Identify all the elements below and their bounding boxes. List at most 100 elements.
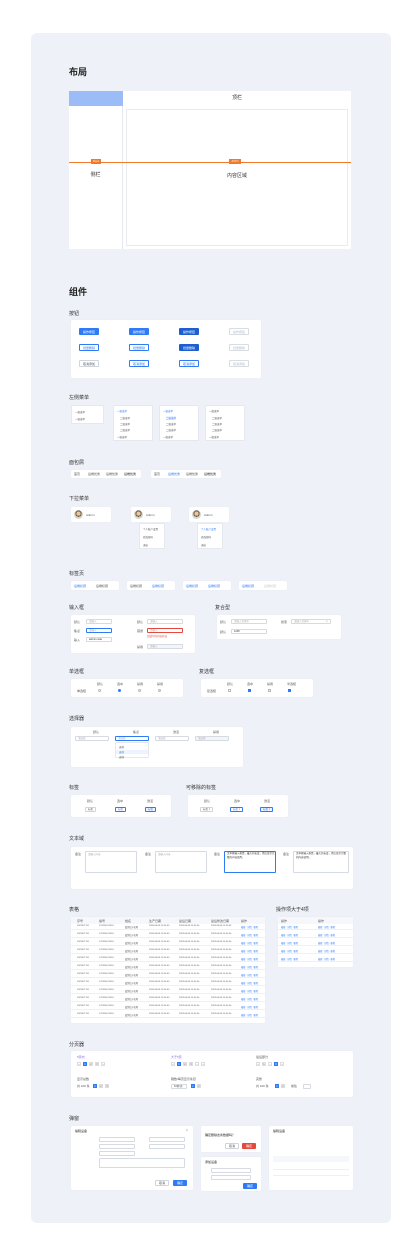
dropdown-item-logout[interactable]: 退出 xyxy=(201,543,206,547)
dropdown-item-password[interactable]: 修改密码 xyxy=(201,535,211,539)
tab[interactable]: 后端标题 xyxy=(130,584,142,588)
dropdown-item-account[interactable]: 个人账户设置 xyxy=(143,527,158,531)
dropdown-item-logout[interactable]: 退出 xyxy=(143,543,148,547)
modal-field[interactable] xyxy=(99,1137,135,1142)
page-button[interactable]: 1 xyxy=(93,1084,97,1088)
select-focus[interactable]: 请选择 xyxy=(115,736,149,741)
input-default[interactable]: 请输入 xyxy=(86,619,112,624)
confirm-button[interactable]: 确定 xyxy=(243,1183,257,1189)
page-button[interactable]: 1 xyxy=(275,1084,279,1088)
submenu-item[interactable]: 二级菜单 xyxy=(212,422,222,426)
submenu-item-active[interactable]: 二级菜单 xyxy=(166,416,177,420)
breadcrumb-item[interactable]: 后端优秀 xyxy=(88,472,100,476)
checkbox-checked[interactable] xyxy=(248,689,251,692)
avatar[interactable] xyxy=(74,510,83,519)
avatar[interactable] xyxy=(134,510,143,519)
tab-active[interactable]: 后端标题 xyxy=(152,584,164,588)
input-disabled[interactable]: 请输入 xyxy=(147,644,183,649)
primary-active-button[interactable]: 操作按钮 xyxy=(179,328,199,335)
submenu-item[interactable]: 二级菜单 xyxy=(212,416,222,420)
outline-active-button[interactable]: 批量删除 xyxy=(179,344,199,351)
checkbox-disabled[interactable] xyxy=(268,689,271,692)
goto-input[interactable] xyxy=(303,1084,311,1089)
tab-active[interactable]: 后端标题 xyxy=(186,584,198,588)
dropdown-item-password[interactable]: 修改密码 xyxy=(143,535,153,539)
page-prev-button[interactable]: ‹ xyxy=(256,1062,260,1066)
tab-disabled[interactable]: 后端标题 xyxy=(264,584,276,588)
composite-input-filled[interactable]: 1238 xyxy=(231,629,267,634)
radio-disabled-checked[interactable] xyxy=(158,689,161,692)
page-button[interactable]: 2 xyxy=(89,1062,93,1066)
menu-item-active[interactable]: 一级菜单 xyxy=(117,409,127,413)
cancel-button[interactable]: 取消 xyxy=(155,1180,169,1186)
modal-textarea[interactable] xyxy=(99,1158,185,1168)
page-prev-button[interactable]: ‹ xyxy=(77,1062,81,1066)
row-actions[interactable]: 编辑 · 详情 · 删除 xyxy=(241,941,258,945)
submenu-item[interactable]: 二级菜单 xyxy=(166,422,176,426)
textarea-hover[interactable]: 请输入内容 xyxy=(155,851,207,873)
page-next-button[interactable]: › xyxy=(280,1062,284,1066)
submenu-item[interactable]: 二级菜单 xyxy=(212,428,222,432)
page-button[interactable]: 1 xyxy=(262,1062,266,1066)
close-icon[interactable]: × xyxy=(239,808,240,811)
row-actions[interactable]: 编辑 · 详情 · 删除 xyxy=(241,933,258,937)
row-actions[interactable]: 编辑 · 详情 · 删除 xyxy=(281,949,298,953)
tab[interactable]: 后端标题 xyxy=(96,584,108,588)
row-actions[interactable]: 编辑 · 详情 · 删除 xyxy=(241,1005,258,1009)
row-actions[interactable]: 编辑 · 详情 · 删除 xyxy=(281,957,298,961)
user-name[interactable]: Admin xyxy=(86,513,95,517)
tag-default[interactable]: 标签 xyxy=(85,807,97,812)
user-name[interactable]: Admin xyxy=(204,513,213,517)
submenu-item[interactable]: 二级菜单 xyxy=(120,428,130,432)
tab-active[interactable]: 后端标题 xyxy=(242,584,254,588)
outline-hover-button[interactable]: 批量删除 xyxy=(129,344,149,351)
menu-item-active[interactable]: 一级菜单 xyxy=(163,409,173,413)
cancel-button[interactable]: 取消添加 xyxy=(79,360,99,367)
page-button[interactable]: 2 xyxy=(281,1084,285,1088)
modal-field[interactable] xyxy=(211,1175,251,1180)
textarea-default[interactable]: 请输入内容 xyxy=(85,851,137,873)
page-next-button[interactable]: › xyxy=(101,1062,105,1066)
page-next-button[interactable]: › xyxy=(201,1062,205,1066)
row-actions[interactable]: 编辑 · 详情 · 删除 xyxy=(281,933,298,937)
radio-default[interactable] xyxy=(98,689,101,692)
page-button[interactable]: 3 xyxy=(189,1062,193,1066)
select-active[interactable]: 请选择 xyxy=(155,736,189,741)
row-actions[interactable]: 编辑 · 详情 · 删除 xyxy=(241,1013,258,1017)
select-option-active[interactable]: 选项 xyxy=(116,750,148,754)
menu-item[interactable]: 一级菜单 xyxy=(163,435,173,439)
row-actions[interactable]: 编辑 · 详情 · 删除 xyxy=(241,973,258,977)
row-actions[interactable]: 编辑 · 详情 · 删除 xyxy=(241,949,258,953)
page-button[interactable]: 2 xyxy=(183,1062,187,1066)
page-button[interactable]: 1 xyxy=(191,1084,195,1088)
page-button[interactable]: 2 xyxy=(99,1084,103,1088)
select-option[interactable]: 选项 xyxy=(119,745,124,749)
submenu-item[interactable]: 二级菜单 xyxy=(120,416,130,420)
modal-field[interactable] xyxy=(99,1151,135,1156)
avatar[interactable] xyxy=(192,510,201,519)
breadcrumb-item[interactable]: 首页 xyxy=(154,472,160,476)
row-actions[interactable]: 编辑 · 详情 · 删除 xyxy=(241,997,258,1001)
select-option[interactable]: 选项 xyxy=(119,755,124,759)
breadcrumb-item[interactable]: 后端优秀 xyxy=(106,472,118,476)
modal-field[interactable] xyxy=(99,1144,135,1149)
breadcrumb-item-hover[interactable]: 后端优秀 xyxy=(168,472,180,476)
radio-checked[interactable] xyxy=(118,689,121,692)
row-actions[interactable]: 编辑 · 详情 · 删除 xyxy=(241,925,258,929)
row-actions[interactable]: 编辑 · 详情 · 删除 xyxy=(241,965,258,969)
page-button[interactable]: 1 xyxy=(177,1062,181,1066)
cancel-active-button[interactable]: 取消添加 xyxy=(179,360,199,367)
page-button[interactable]: 1 xyxy=(83,1062,87,1066)
modal-field[interactable] xyxy=(149,1137,185,1142)
breadcrumb-item[interactable]: 后端优秀 xyxy=(186,472,198,476)
radio-disabled[interactable] xyxy=(138,689,141,692)
page-prev-button[interactable]: ‹ xyxy=(171,1062,175,1066)
page-ellipsis[interactable]: … xyxy=(195,1062,199,1066)
page-size-select[interactable]: 10条/页 xyxy=(171,1084,187,1089)
cancel-button[interactable]: 取消 xyxy=(225,1143,239,1149)
row-actions[interactable]: 编辑 · 详情 · 删除 xyxy=(318,957,335,961)
row-actions[interactable]: 编辑 · 详情 · 删除 xyxy=(281,925,298,929)
primary-hover-button[interactable]: 操作按钮 xyxy=(129,328,149,335)
tab-active[interactable]: 后端标题 xyxy=(208,584,220,588)
delete-confirm-button[interactable]: 确定 xyxy=(242,1143,256,1149)
